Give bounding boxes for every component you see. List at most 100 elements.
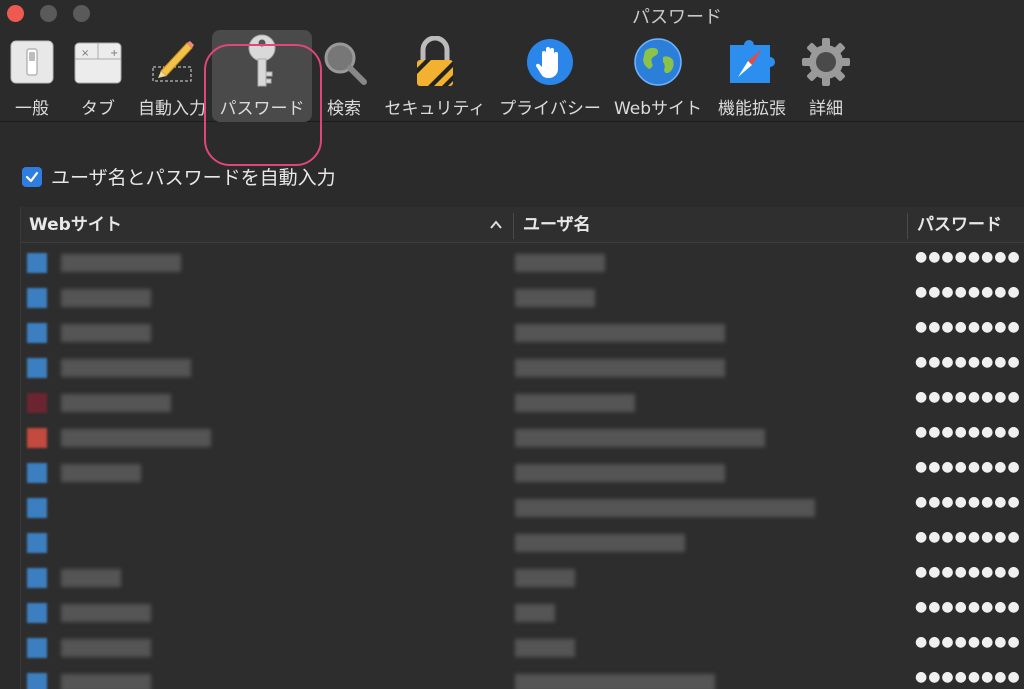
title-bar: パスワード [0, 0, 1024, 30]
tab-label: 一般 [15, 99, 49, 119]
masked-password: ●●●●●●●● [915, 389, 1021, 405]
tab-label: セキュリティ [384, 99, 486, 119]
tab-privacy[interactable]: プライバシー [498, 30, 602, 122]
window-title: パスワード [632, 7, 722, 28]
redacted-website [61, 359, 191, 377]
tab-tabs[interactable]: × + タブ [68, 30, 128, 122]
tab-passwords[interactable]: パスワード [212, 30, 312, 122]
table-row[interactable]: ●●●●●●●● [21, 245, 1024, 280]
autofill-credentials-option[interactable]: ユーザ名とパスワードを自動入力 [22, 163, 336, 190]
autofill-label: ユーザ名とパスワードを自動入力 [51, 167, 336, 189]
preferences-toolbar: 一般 × + タブ 自動入力 パスワード 検索 セキュリティ プライバシー We… [0, 30, 1024, 166]
tab-label: 機能拡張 [718, 99, 786, 119]
tab-label: 詳細 [809, 99, 843, 119]
general-switch-icon [6, 36, 58, 88]
redacted-website [61, 604, 151, 622]
masked-password: ●●●●●●●● [915, 529, 1021, 545]
tab-label: Webサイト [613, 99, 703, 119]
redacted-username [515, 639, 575, 657]
masked-password: ●●●●●●●● [915, 354, 1021, 370]
table-row[interactable]: ●●●●●●●● [21, 490, 1024, 525]
redacted-username [515, 289, 595, 307]
tab-autofill[interactable]: 自動入力 [138, 30, 206, 122]
redacted-website [61, 324, 151, 342]
padlock-icon [409, 36, 461, 88]
redacted-username [515, 429, 765, 447]
redacted-username [515, 324, 725, 342]
site-favicon-icon [27, 533, 47, 553]
redacted-username [515, 604, 555, 622]
redacted-website [61, 674, 151, 689]
table-row[interactable]: ●●●●●●●● [21, 385, 1024, 420]
site-favicon-icon [27, 498, 47, 518]
masked-password: ●●●●●●●● [915, 564, 1021, 580]
redacted-username [515, 359, 725, 377]
masked-password: ●●●●●●●● [915, 284, 1021, 300]
site-favicon-icon [27, 393, 47, 413]
tab-label: 自動入力 [138, 99, 206, 119]
redacted-username [515, 394, 635, 412]
tab-security[interactable]: セキュリティ [384, 30, 486, 122]
redacted-website [61, 254, 181, 272]
masked-password: ●●●●●●●● [915, 459, 1021, 475]
table-row[interactable]: ●●●●●●●● [21, 455, 1024, 490]
autofill-checkbox[interactable] [22, 166, 42, 187]
column-header-password[interactable]: パスワード [909, 207, 1024, 243]
redacted-website [61, 639, 151, 657]
site-favicon-icon [27, 638, 47, 658]
masked-password: ●●●●●●●● [915, 249, 1021, 265]
redacted-username [515, 464, 725, 482]
table-row[interactable]: ●●●●●●●● [21, 665, 1024, 689]
table-row[interactable]: ●●●●●●●● [21, 525, 1024, 560]
passwords-table: Webサイト ユーザ名 パスワード ●●●●●●●● ●●●●●●●● ●●●●●●… [20, 207, 1024, 689]
tab-general[interactable]: 一般 [2, 30, 62, 122]
site-favicon-icon [27, 603, 47, 623]
svg-text:+: + [110, 48, 118, 59]
tab-advanced[interactable]: 詳細 [798, 30, 854, 122]
checkmark-icon [25, 171, 39, 182]
sort-ascending-icon [490, 220, 502, 229]
site-favicon-icon [27, 288, 47, 308]
table-header: Webサイト ユーザ名 パスワード [21, 207, 1024, 243]
table-row[interactable]: ●●●●●●●● [21, 350, 1024, 385]
table-row[interactable]: ●●●●●●●● [21, 315, 1024, 350]
tab-search[interactable]: 検索 [318, 30, 370, 122]
redacted-username [515, 569, 575, 587]
site-favicon-icon [27, 428, 47, 448]
masked-password: ●●●●●●●● [915, 599, 1021, 615]
key-icon [236, 34, 288, 88]
tab-label: タブ [81, 99, 115, 119]
site-favicon-icon [27, 323, 47, 343]
masked-password: ●●●●●●●● [915, 634, 1021, 650]
column-divider [513, 213, 514, 239]
tab-label: プライバシー [499, 99, 601, 119]
masked-password: ●●●●●●●● [915, 669, 1021, 685]
redacted-username [515, 674, 715, 689]
table-row[interactable]: ●●●●●●●● [21, 630, 1024, 665]
gear-icon [800, 36, 852, 88]
site-favicon-icon [27, 568, 47, 588]
redacted-website [61, 394, 171, 412]
tab-extensions[interactable]: 機能拡張 [716, 30, 788, 122]
column-divider [907, 213, 908, 239]
table-row[interactable]: ●●●●●●●● [21, 595, 1024, 630]
tab-websites[interactable]: Webサイト [612, 30, 704, 122]
column-header-website[interactable]: Webサイト [21, 207, 513, 243]
globe-icon [632, 36, 684, 88]
redacted-username [515, 499, 815, 517]
table-row[interactable]: ●●●●●●●● [21, 420, 1024, 455]
tabs-window-icon: × + [72, 36, 124, 88]
privacy-hand-icon [524, 36, 576, 88]
column-header-username[interactable]: ユーザ名 [515, 207, 907, 243]
magnifier-icon [318, 36, 370, 88]
masked-password: ●●●●●●●● [915, 319, 1021, 335]
site-favicon-icon [27, 358, 47, 378]
masked-password: ●●●●●●●● [915, 494, 1021, 510]
table-row[interactable]: ●●●●●●●● [21, 280, 1024, 315]
site-favicon-icon [27, 253, 47, 273]
redacted-website [61, 464, 141, 482]
table-row[interactable]: ●●●●●●●● [21, 560, 1024, 595]
redacted-website [61, 289, 151, 307]
site-favicon-icon [27, 463, 47, 483]
redacted-username [515, 534, 685, 552]
